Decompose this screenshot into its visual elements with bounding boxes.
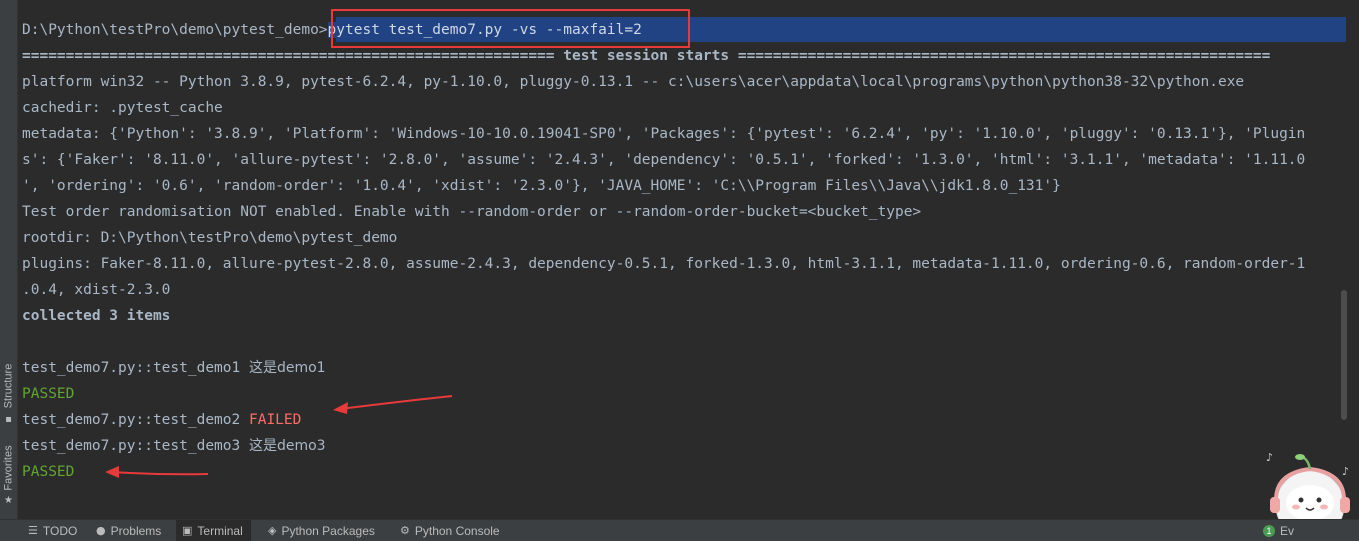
tab-python-console[interactable]: ⚙ Python Console (400, 520, 500, 541)
problems-icon: ● (96, 524, 106, 537)
svg-text:♪: ♪ (1342, 465, 1349, 478)
tab-python-packages[interactable]: ◈ Python Packages (268, 520, 375, 541)
console-icon: ⚙ (400, 524, 410, 537)
bottom-tool-bar: ☰ TODO ● Problems ▣ Terminal ◈ Python Pa… (0, 519, 1359, 541)
tab-problems[interactable]: ● Problems (96, 520, 161, 541)
ide-window: Structure ▪ Favorites ★ D:\Python\testPr… (0, 0, 1359, 541)
tab-todo-label: TODO (42, 524, 78, 538)
tab-terminal-label: Terminal (197, 524, 243, 538)
tab-python-console-label: Python Console (414, 524, 500, 538)
tab-terminal[interactable]: ▣ Terminal (176, 520, 251, 541)
list-icon: ☰ (28, 524, 38, 537)
terminal-icon: ▣ (182, 524, 193, 537)
svg-text:♪: ♪ (1266, 451, 1273, 464)
tab-python-packages-label: Python Packages (281, 524, 375, 538)
arrow-to-failed (333, 395, 453, 414)
event-log-label: Ev (1280, 524, 1295, 538)
event-log-tab[interactable]: 1 Ev (1263, 520, 1294, 541)
tab-todo[interactable]: ☰ TODO (28, 520, 77, 541)
arrow-to-passed (105, 466, 209, 478)
event-log-badge: 1 (1263, 525, 1275, 537)
tab-problems-label: Problems (110, 524, 162, 538)
packages-icon: ◈ (268, 524, 277, 537)
annotation-arrows (105, 395, 453, 478)
